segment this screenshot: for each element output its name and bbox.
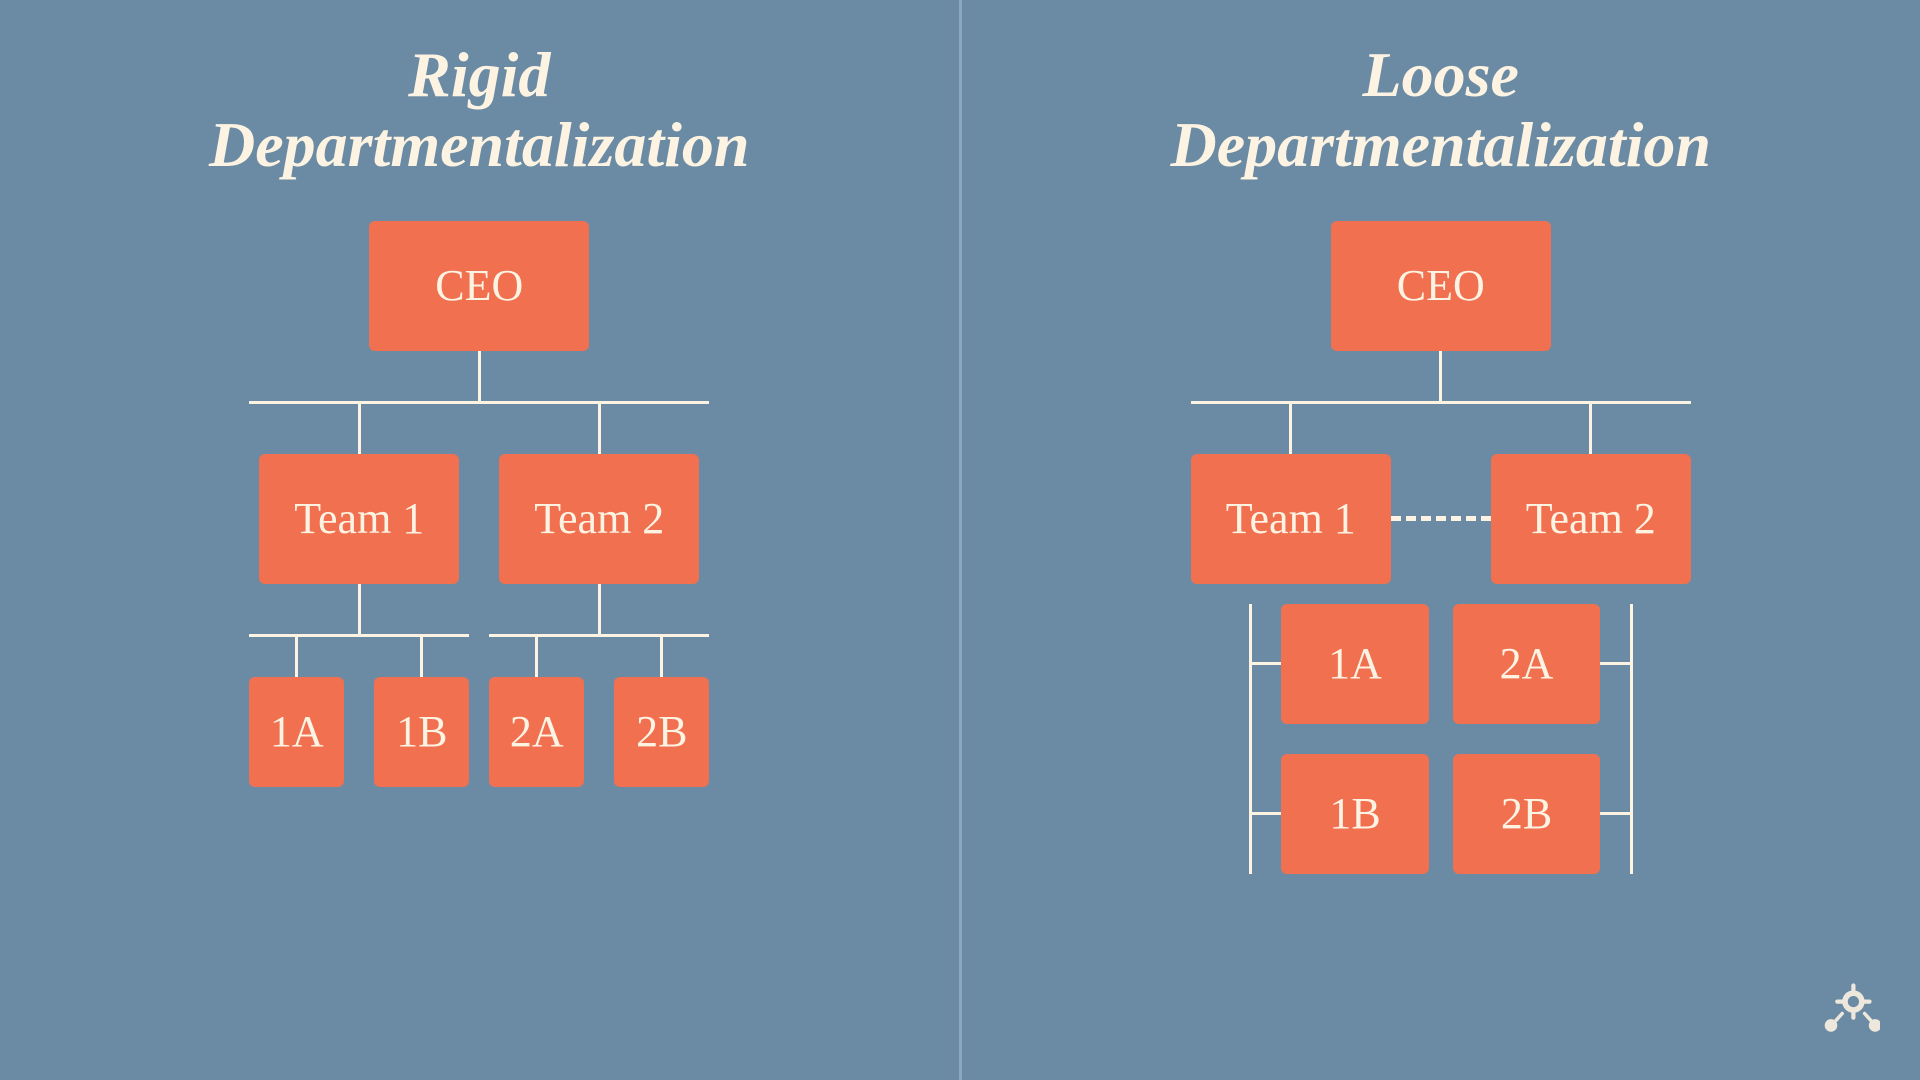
loose-1a-box: 1A — [1281, 604, 1429, 724]
loose-team1-up-line — [1289, 404, 1292, 454]
loose-dashed-teams-connector — [1391, 404, 1491, 584]
loose-team2-up-line — [1589, 404, 1592, 454]
loose-team2-col: Team 2 — [1491, 404, 1691, 584]
loose-teams-dashed-line — [1391, 516, 1491, 521]
loose-sub-row-1: 1A 2A — [1181, 604, 1701, 724]
rigid-team1-box: Team 1 — [259, 454, 459, 584]
rigid-section: Rigid Departmentalization CEO Team 1 — [0, 0, 959, 1080]
rigid-team2-branch: Team 2 2A 2B — [489, 404, 709, 787]
rigid-1b-branch: 1B — [374, 637, 469, 787]
loose-team1-col: Team 1 — [1191, 404, 1391, 584]
loose-1a-left-h — [1252, 662, 1282, 665]
loose-ceo-box: CEO — [1331, 221, 1551, 351]
rigid-2b-line — [660, 637, 663, 677]
rigid-team1-down-line — [358, 584, 361, 634]
rigid-title: Rigid Departmentalization — [209, 40, 750, 181]
rigid-team2-box: Team 2 — [499, 454, 699, 584]
rigid-2b-box: 2B — [614, 677, 709, 787]
rigid-ceo-connector — [478, 351, 481, 401]
loose-2a-box: 2A — [1453, 604, 1601, 724]
loose-1b-box: 1B — [1281, 754, 1429, 874]
rigid-team1-line-up — [358, 404, 361, 454]
rigid-2a-box: 2A — [489, 677, 584, 787]
rigid-team1-branch: Team 1 1A 1B — [249, 404, 469, 787]
rigid-1a-box: 1A — [249, 677, 344, 787]
loose-1b-left-h — [1252, 812, 1282, 815]
loose-ceo-connector — [1439, 351, 1442, 401]
rigid-1b-line — [420, 637, 423, 677]
loose-2b-box: 2B — [1453, 754, 1601, 874]
rigid-1b-box: 1B — [374, 677, 469, 787]
loose-team2-box: Team 2 — [1491, 454, 1691, 584]
rigid-team2-sub-branches: 2A 2B — [489, 637, 709, 787]
rigid-team1-sub-branches: 1A 1B — [249, 637, 469, 787]
loose-sub-area: 1A 2A 1B — [1181, 604, 1701, 874]
loose-sub-row-2: 1B 2B — [1181, 754, 1701, 874]
hubspot-logo — [1810, 975, 1880, 1050]
loose-left-v-line — [1249, 604, 1252, 874]
rigid-2a-branch: 2A — [489, 637, 584, 787]
rigid-1a-line — [295, 637, 298, 677]
loose-teams-row: Team 1 Team 2 — [1191, 404, 1691, 584]
loose-title: Loose Departmentalization — [1171, 40, 1712, 181]
loose-right-v-line — [1630, 604, 1633, 874]
rigid-ceo-box: CEO — [369, 221, 589, 351]
rigid-team-branches: Team 1 1A 1B — [249, 404, 709, 787]
rigid-team2-line-up — [598, 404, 601, 454]
rigid-diagram: CEO Team 1 1A — [0, 221, 959, 787]
rigid-2a-line — [535, 637, 538, 677]
rigid-team2-down-line — [598, 584, 601, 634]
loose-2b-right-h — [1600, 812, 1630, 815]
loose-2a-right-h — [1600, 662, 1630, 665]
rigid-2b-branch: 2B — [614, 637, 709, 787]
loose-team1-box: Team 1 — [1191, 454, 1391, 584]
loose-section: Loose Departmentalization CEO Team 1 — [962, 0, 1920, 1080]
rigid-1a-branch: 1A — [249, 637, 344, 787]
loose-diagram: CEO Team 1 Team 2 — [962, 221, 1920, 874]
